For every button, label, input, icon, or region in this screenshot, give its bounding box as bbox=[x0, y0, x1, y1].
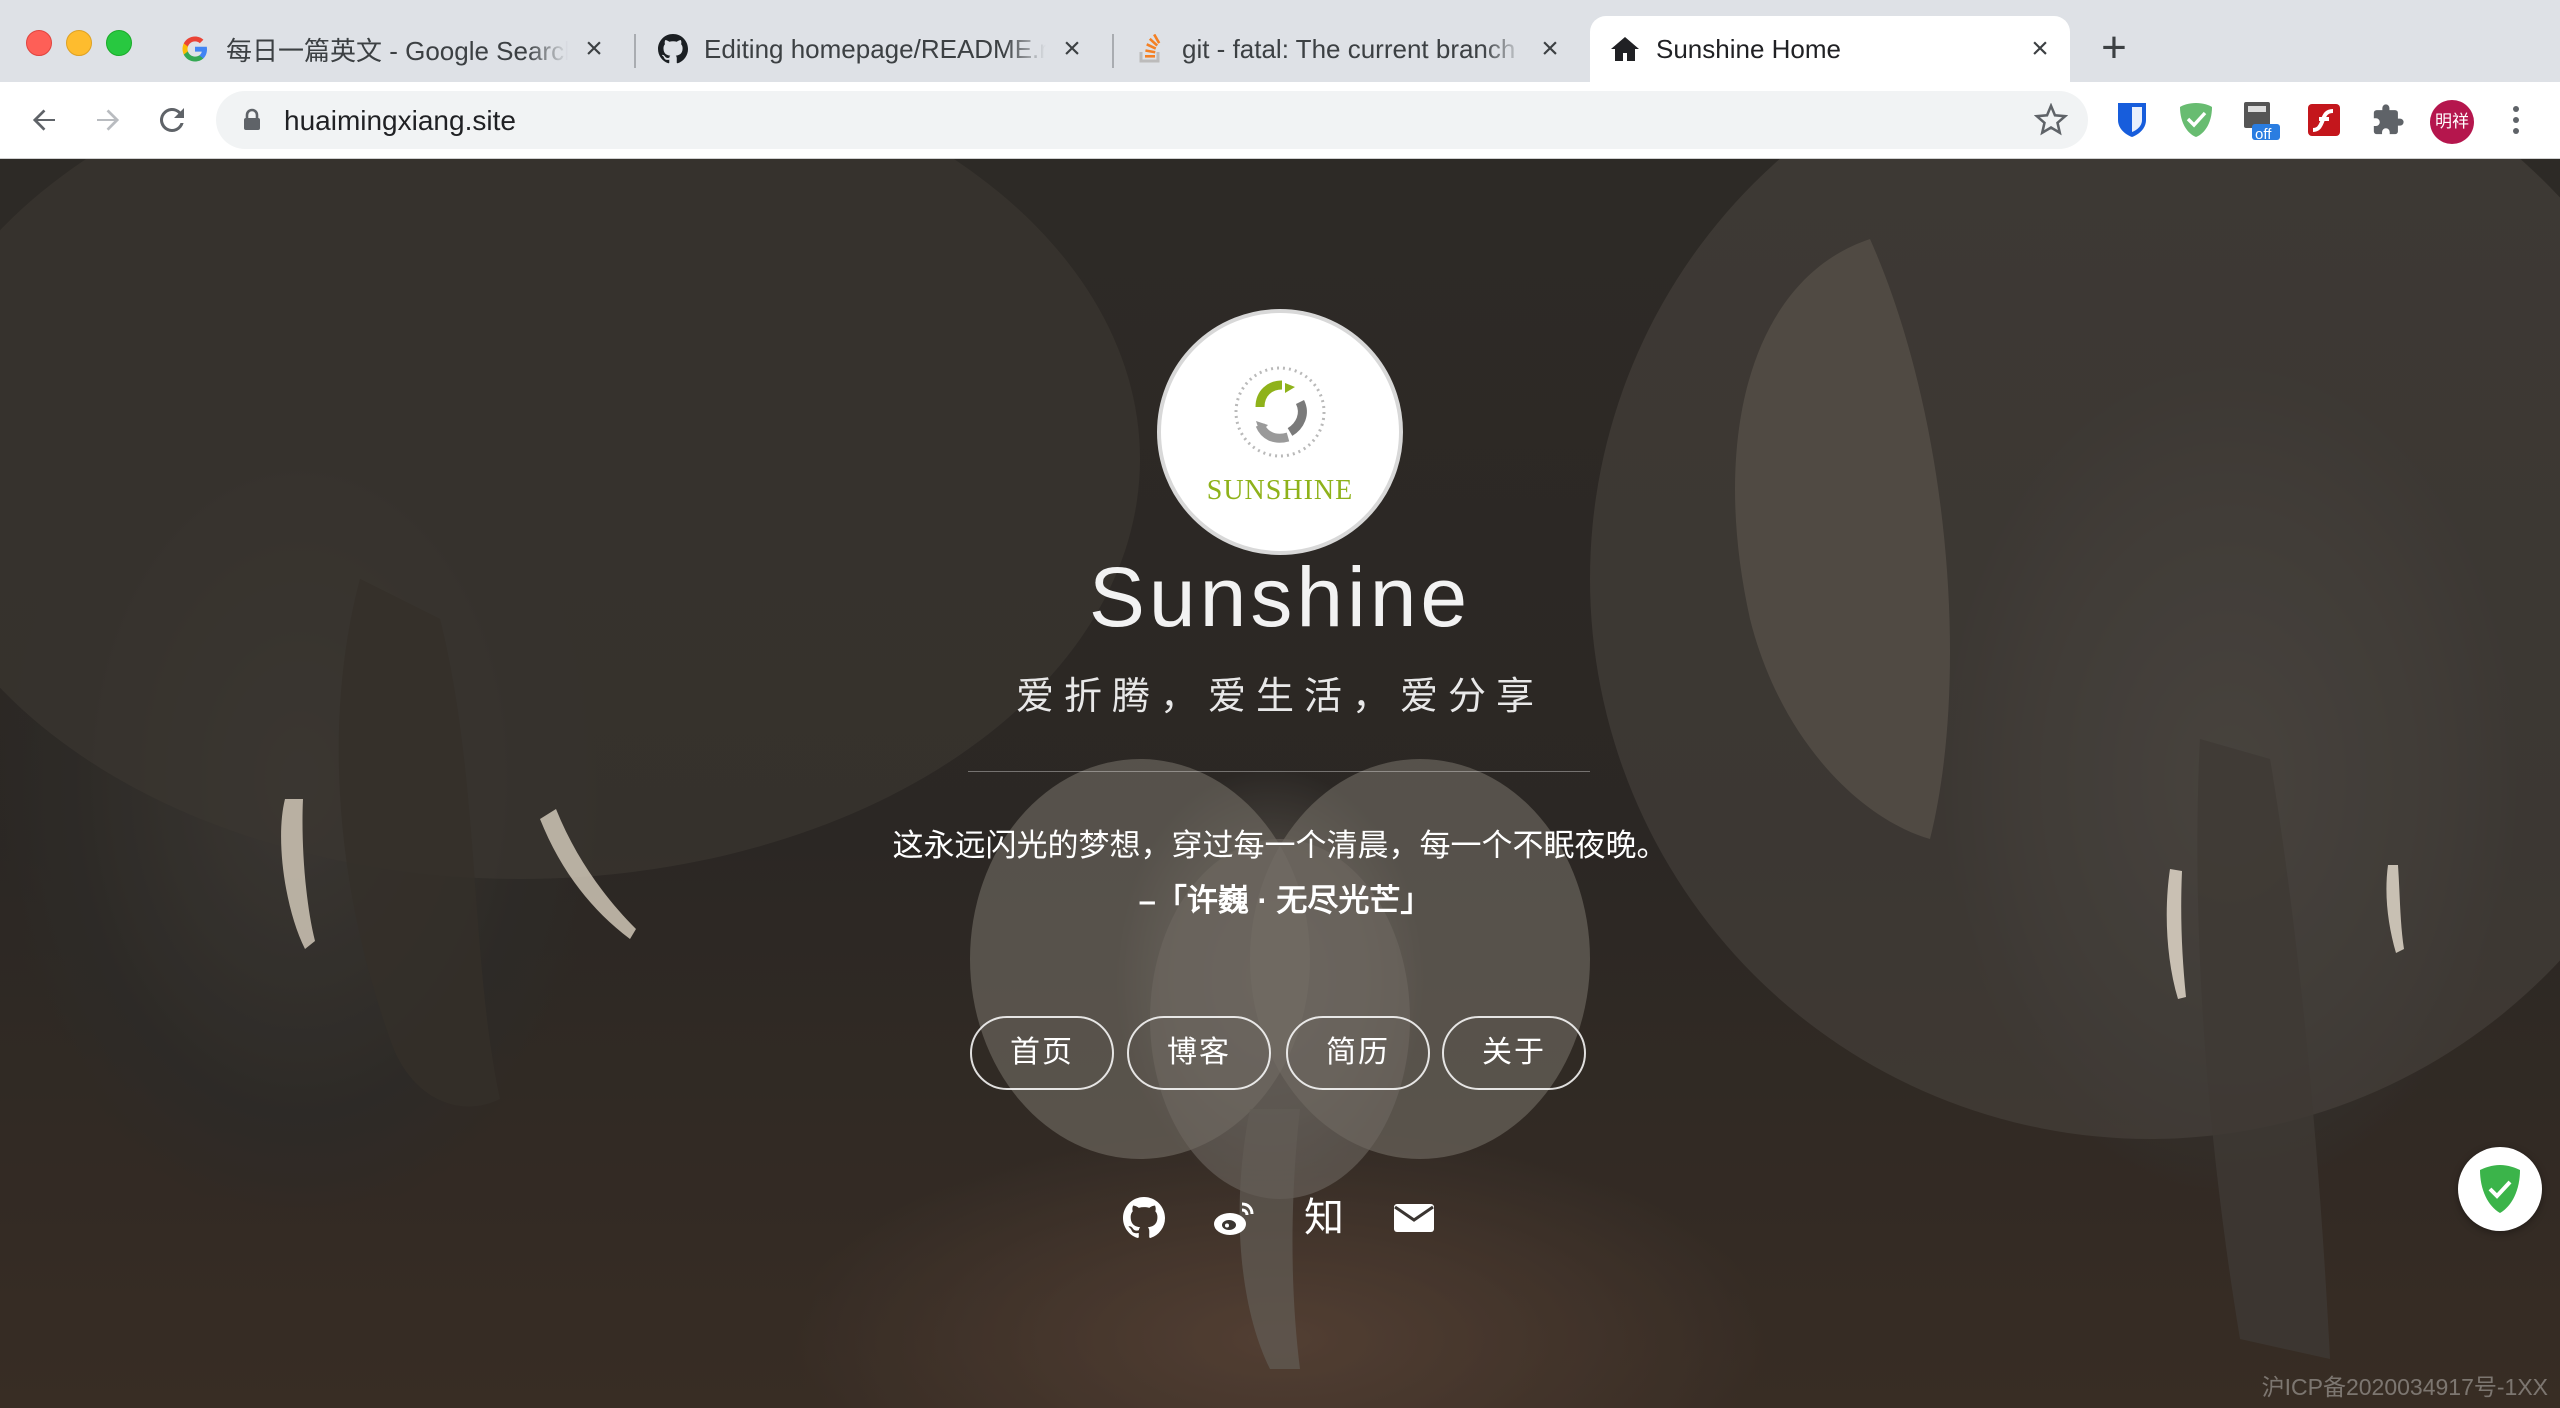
reload-icon bbox=[159, 107, 184, 132]
tab-separator bbox=[634, 34, 636, 68]
site-description: 爱折腾，爱生活，爱分享 bbox=[1015, 676, 1544, 718]
minimize-window-button[interactable] bbox=[66, 30, 92, 56]
reload-button[interactable] bbox=[148, 96, 196, 144]
github-link[interactable] bbox=[1120, 1194, 1168, 1242]
arrow-left-icon bbox=[32, 109, 55, 131]
icp-record-text[interactable]: 沪ICP备2020034917号-1XX bbox=[2262, 1368, 2548, 1402]
security-shield-badge[interactable] bbox=[2458, 1147, 2542, 1231]
tab-title: git - fatal: The current branch master bbox=[1182, 33, 1524, 64]
back-button[interactable] bbox=[20, 96, 68, 144]
browser-toolbar: huaimingxiang.site off 明祥 bbox=[0, 82, 2560, 159]
puzzle-icon[interactable] bbox=[2366, 98, 2410, 142]
sunshine-logo-icon bbox=[1234, 366, 1326, 458]
hero-section: SUNSHINE Sunshine 爱折腾，爱生活，爱分享 这永远闪光的梦想，穿… bbox=[0, 159, 2560, 1408]
nav-resume-button[interactable]: 简历 bbox=[1286, 1016, 1430, 1090]
maximize-window-button[interactable] bbox=[106, 30, 132, 56]
tab-sunshine-home[interactable]: Sunshine Home × bbox=[1590, 16, 2070, 82]
quote-text: 这永远闪光的梦想，穿过每一个清晨，每一个不眠夜晚。 bbox=[892, 828, 1668, 863]
new-tab-button[interactable]: + bbox=[2094, 26, 2134, 70]
close-tab-button[interactable]: × bbox=[1538, 34, 1562, 64]
tab-title: Editing homepage/README.md bbox=[704, 33, 1046, 64]
divider bbox=[968, 771, 1590, 772]
browser-tab-strip: 每日一篇英文 - Google Search × Editing homepag… bbox=[0, 0, 2560, 82]
shield-check-icon bbox=[2480, 1165, 2520, 1213]
logo-text: SUNSHINE bbox=[1206, 475, 1354, 506]
quote-source: –「许巍 · 无尽光芒」 bbox=[1138, 883, 1432, 918]
bookmark-star-icon[interactable] bbox=[2033, 102, 2069, 142]
tab-github-editing[interactable]: Editing homepage/README.md × bbox=[638, 16, 1102, 82]
close-tab-button[interactable]: × bbox=[2028, 34, 2052, 64]
forward-button[interactable] bbox=[84, 96, 132, 144]
adguard-icon[interactable] bbox=[2174, 98, 2218, 142]
close-window-button[interactable] bbox=[26, 30, 52, 56]
weibo-icon bbox=[1214, 1202, 1254, 1235]
github-icon bbox=[658, 34, 688, 64]
tab-google-search[interactable]: 每日一篇英文 - Google Search × bbox=[160, 16, 624, 82]
off-extension-icon[interactable]: off bbox=[2238, 98, 2282, 143]
arrow-right-icon bbox=[97, 109, 120, 131]
flash-icon[interactable] bbox=[2302, 98, 2346, 142]
hero-background: SUNSHINE Sunshine 爱折腾，爱生活，爱分享 这永远闪光的梦想，穿… bbox=[0, 159, 2560, 1408]
more-menu-icon[interactable] bbox=[2494, 98, 2538, 142]
bitwarden-icon[interactable] bbox=[2110, 98, 2154, 142]
tab-title: 每日一篇英文 - Google Search bbox=[226, 35, 568, 66]
address-bar[interactable]: huaimingxiang.site bbox=[216, 91, 2088, 149]
tab-separator bbox=[1112, 34, 1114, 68]
nav-home-button[interactable]: 首页 bbox=[970, 1016, 1114, 1090]
close-tab-button[interactable]: × bbox=[1060, 34, 1084, 64]
profile-avatar[interactable]: 明祥 bbox=[2430, 100, 2474, 144]
nav-blog-button[interactable]: 博客 bbox=[1127, 1016, 1271, 1090]
tab-stackoverflow[interactable]: git - fatal: The current branch master × bbox=[1116, 16, 1580, 82]
weibo-link[interactable] bbox=[1210, 1194, 1258, 1242]
github-icon bbox=[1123, 1197, 1165, 1238]
mail-icon bbox=[1394, 1204, 1434, 1232]
nav-about-button[interactable]: 关于 bbox=[1442, 1016, 1586, 1090]
site-title: Sunshine bbox=[1088, 550, 1472, 644]
off-badge: off bbox=[2255, 126, 2272, 143]
lock-icon bbox=[242, 108, 262, 137]
home-icon bbox=[1610, 34, 1640, 64]
close-tab-button[interactable]: × bbox=[582, 34, 606, 64]
zhihu-link[interactable]: 知 bbox=[1300, 1194, 1348, 1242]
tab-title: Sunshine Home bbox=[1656, 33, 1841, 64]
email-link[interactable] bbox=[1390, 1194, 1438, 1242]
url-text[interactable]: huaimingxiang.site bbox=[284, 105, 516, 137]
google-icon bbox=[180, 34, 210, 64]
site-logo[interactable]: SUNSHINE bbox=[1157, 309, 1403, 555]
stackoverflow-icon bbox=[1136, 34, 1166, 64]
